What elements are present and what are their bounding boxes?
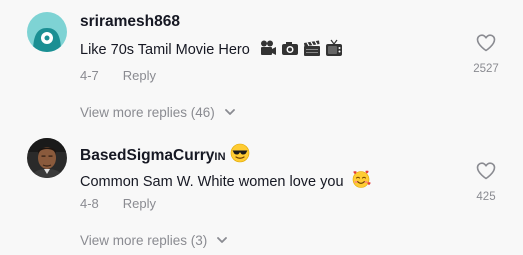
avatar[interactable] [27, 12, 67, 52]
comment-text-content: Like 70s Tamil Movie Hero [80, 42, 250, 58]
comment-username-label: BasedSigmaCurry [80, 147, 215, 164]
clapper-board-icon [303, 39, 321, 62]
reply-button[interactable]: Reply [123, 196, 156, 211]
chevron-down-icon [217, 232, 227, 248]
heart-icon[interactable] [468, 34, 504, 57]
like-count: 425 [476, 191, 496, 203]
comment-username[interactable]: BasedSigmaCurryIN [80, 143, 250, 168]
view-more-replies-label: View more replies (3) [80, 233, 208, 248]
comment-username[interactable]: sriramesh868 [80, 13, 180, 31]
view-more-replies-label: View more replies (46) [80, 105, 215, 120]
comment-text: Common Sam W. White women love you [80, 169, 371, 194]
sunglasses-face-icon [230, 143, 250, 168]
comment-date: 4-8 [80, 196, 99, 211]
comment-date: 4-7 [80, 68, 99, 83]
television-icon [325, 39, 343, 62]
comment-meta: 4-8 Reply [80, 196, 156, 212]
comment-username-suffix: IN [214, 151, 226, 163]
comment-text-content: Common Sam W. White women love you [80, 174, 344, 190]
view-more-replies-button[interactable]: View more replies (46) [80, 104, 235, 121]
like-section: 2527 [468, 34, 504, 75]
camera-icon [281, 39, 299, 62]
user-photo-icon [27, 138, 67, 178]
comment-meta: 4-7 Reply [80, 68, 156, 84]
reply-button[interactable]: Reply [123, 68, 156, 83]
comment-item: sriramesh868 Like 70s Tamil Movie Hero 4… [0, 0, 523, 128]
avatar[interactable] [27, 138, 67, 178]
view-more-replies-button[interactable]: View more replies (3) [80, 232, 227, 249]
like-count: 2527 [473, 63, 499, 75]
movie-camera-icon [259, 39, 277, 62]
comment-text: Like 70s Tamil Movie Hero [80, 39, 343, 62]
like-section: 425 [468, 162, 504, 203]
default-avatar-icon [27, 12, 67, 52]
heart-icon[interactable] [468, 162, 504, 185]
comment-item: BasedSigmaCurryIN Common Sam W. White wo… [0, 128, 523, 255]
smiling-face-with-hearts-icon [351, 169, 371, 194]
chevron-down-icon [224, 104, 235, 120]
